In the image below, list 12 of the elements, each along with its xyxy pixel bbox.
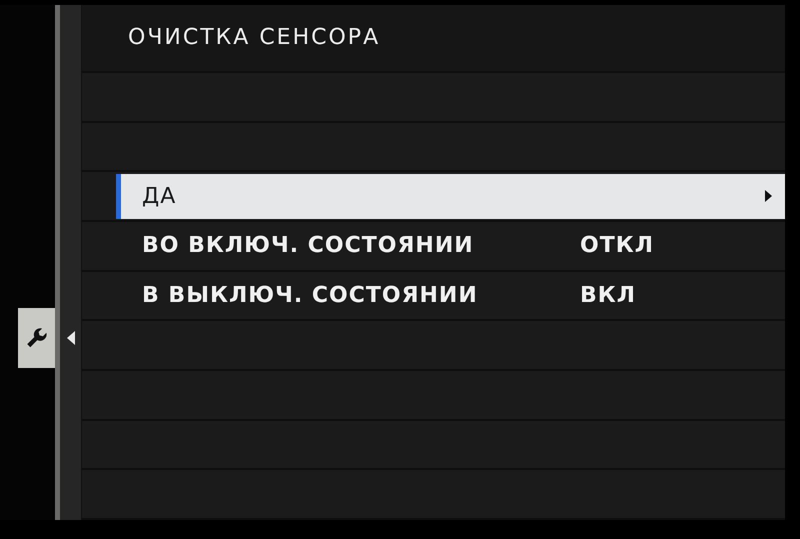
- submenu-arrow-icon: [764, 189, 773, 204]
- item-label: ДА: [142, 184, 178, 209]
- setup-tab[interactable]: [18, 308, 55, 368]
- item-value: ОТКЛ: [580, 233, 655, 258]
- menu-title: ОЧИСТКА СЕНСОРА: [82, 5, 785, 73]
- back-arrow-icon: [66, 330, 76, 346]
- item-value: ВКЛ: [580, 283, 638, 308]
- menu-item[interactable]: ВО ВКЛЮЧ. СОСТОЯНИИ ОТКЛ: [116, 223, 785, 268]
- menu-item[interactable]: ДА: [116, 174, 785, 219]
- item-label: ВО ВКЛЮЧ. СОСТОЯНИИ: [142, 233, 475, 258]
- item-label: В ВЫКЛЮЧ. СОСТОЯНИИ: [142, 283, 479, 308]
- menu-item[interactable]: В ВЫКЛЮЧ. СОСТОЯНИИ ВКЛ: [116, 273, 785, 318]
